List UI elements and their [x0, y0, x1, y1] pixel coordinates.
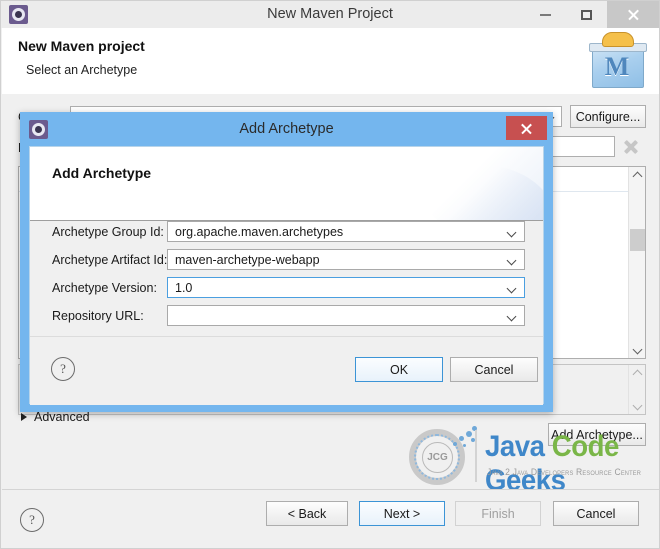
back-button[interactable]: < Back [266, 501, 348, 526]
window-titlebar: New Maven Project [1, 1, 659, 28]
minimize-icon [540, 13, 551, 16]
wizard-subtitle: Select an Archetype [26, 63, 138, 77]
archetype-version-value: 1.0 [175, 281, 193, 295]
chevron-down-icon [508, 257, 517, 264]
dialog-header-banner: Add Archetype [30, 147, 543, 221]
advanced-toggle-label[interactable]: Advanced [34, 410, 90, 424]
jcg-tagline: Java 2 Java Developers Resource Center [487, 467, 642, 477]
desc-scroll-up-icon[interactable] [629, 365, 646, 382]
dialog-title: Add Archetype [239, 121, 334, 137]
minimize-button[interactable] [525, 1, 566, 28]
next-button[interactable]: Next > [359, 501, 445, 526]
finish-button: Finish [455, 501, 541, 526]
archetype-group-id-combo[interactable]: org.apache.maven.archetypes [167, 221, 525, 242]
dialog-footer: ? OK Cancel [30, 336, 543, 405]
archetype-version-label: Archetype Version: [52, 281, 157, 295]
configure-button[interactable]: Configure... [570, 105, 646, 128]
maven-logo-icon: M [589, 32, 647, 88]
jcg-wordmark: Java Code Geeks [485, 430, 641, 498]
archetype-artifact-id-value: maven-archetype-webapp [175, 253, 320, 267]
jcg-word-java: Java [485, 430, 545, 463]
archetype-artifact-id-combo[interactable]: maven-archetype-webapp [167, 249, 525, 270]
java-code-geeks-watermark: JCG Java Code Geeks Java 2 Java Develope… [405, 426, 655, 497]
dialog-close-button[interactable] [506, 116, 547, 140]
add-archetype-dialog: Add Archetype Add Archetype Archetype Gr… [20, 112, 553, 412]
chevron-down-icon [508, 229, 517, 236]
wizard-header: New Maven project Select an Archetype M [2, 28, 659, 95]
window-controls [525, 1, 659, 28]
dialog-cancel-button[interactable]: Cancel [450, 357, 538, 382]
dialog-form: Archetype Group Id: org.apache.maven.arc… [30, 221, 543, 331]
application-window: New Maven Project New Maven project Sele… [0, 0, 660, 549]
wizard-footer: ? < Back Next > Finish Cancel [2, 489, 659, 548]
close-button[interactable] [607, 1, 659, 28]
maximize-button[interactable] [566, 1, 607, 28]
jcg-word-code: Code [551, 430, 620, 463]
scrollbar-thumb[interactable] [630, 229, 645, 251]
desc-scroll-down-icon[interactable] [629, 397, 646, 414]
clear-filter-icon[interactable] [623, 139, 639, 155]
archetype-version-combo[interactable]: 1.0 [167, 277, 525, 298]
chevron-down-icon [508, 285, 517, 292]
dialog-content: Add Archetype Archetype Group Id: org.ap… [29, 146, 544, 405]
archetype-group-id-value: org.apache.maven.archetypes [175, 225, 344, 239]
description-scrollbar[interactable] [628, 365, 645, 414]
close-icon [520, 122, 533, 135]
scroll-down-icon[interactable] [629, 341, 646, 358]
maximize-icon [581, 9, 592, 20]
repository-url-label: Repository URL: [52, 309, 144, 323]
maven-logo-letter: M [604, 52, 630, 81]
jcg-dots-icon [451, 426, 477, 450]
wizard-title: New Maven project [18, 38, 145, 54]
cancel-button[interactable]: Cancel [553, 501, 639, 526]
dialog-help-icon[interactable]: ? [51, 357, 75, 381]
dialog-heading: Add Archetype [52, 165, 152, 181]
chevron-down-icon [508, 313, 517, 320]
ok-button[interactable]: OK [355, 357, 443, 382]
close-icon [627, 8, 640, 21]
dialog-titlebar: Add Archetype [20, 112, 553, 146]
archetype-group-id-label: Archetype Group Id: [52, 225, 164, 239]
archetype-table-scrollbar[interactable] [628, 167, 645, 358]
archetype-artifact-id-label: Archetype Artifact Id: [52, 253, 168, 267]
scroll-up-icon[interactable] [629, 167, 646, 184]
jcg-monogram: JCG [422, 442, 453, 473]
help-icon[interactable]: ? [20, 508, 44, 532]
repository-url-combo[interactable] [167, 305, 525, 326]
